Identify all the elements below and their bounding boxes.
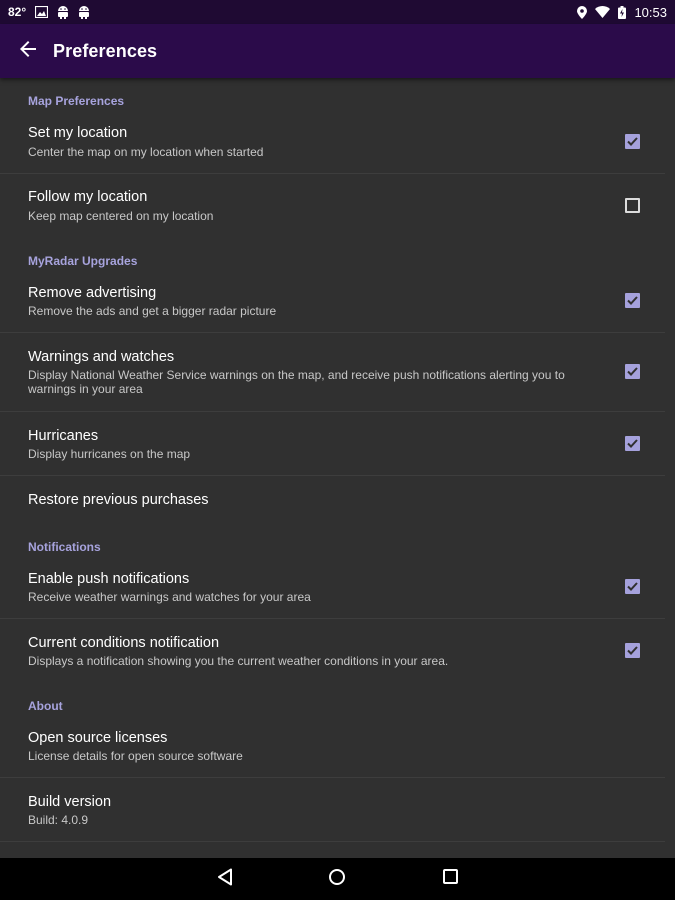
section-header-myradar-upgrades: MyRadar Upgrades xyxy=(28,254,138,268)
pref-summary: Display hurricanes on the map xyxy=(28,447,191,461)
temperature-indicator: 82° xyxy=(8,5,27,19)
section-header-notifications: Notifications xyxy=(28,540,101,554)
arrow-back-icon xyxy=(20,40,36,62)
pref-title: Hurricanes xyxy=(28,428,99,444)
divider xyxy=(0,841,665,842)
nav-home-icon xyxy=(328,868,346,891)
section-header-map-preferences: Map Preferences xyxy=(28,94,125,108)
preferences-list[interactable]: Map Preferences Set my location Center t… xyxy=(0,78,675,858)
nav-back-icon xyxy=(217,868,233,891)
wifi-icon xyxy=(595,6,611,18)
nav-home-button[interactable] xyxy=(317,858,357,900)
location-icon xyxy=(577,5,588,19)
nav-recents-button[interactable] xyxy=(430,858,470,900)
pref-enable-push-notifications[interactable]: Enable push notifications Receive weathe… xyxy=(0,555,665,619)
current-conditions-checkbox[interactable] xyxy=(625,643,640,658)
remove-advertising-checkbox[interactable] xyxy=(625,293,640,308)
status-right: 10:53 xyxy=(577,5,667,20)
hurricanes-checkbox[interactable] xyxy=(625,436,640,451)
pref-summary: Build: 4.0.9 xyxy=(28,813,89,827)
nav-recents-icon xyxy=(442,869,458,889)
pref-summary: Keep map centered on my location xyxy=(28,209,214,223)
pref-title: Follow my location xyxy=(28,189,148,205)
pref-hurricanes[interactable]: Hurricanes Display hurricanes on the map xyxy=(0,412,665,476)
pref-build-version[interactable]: Build version Build: 4.0.9 xyxy=(0,778,665,842)
pref-title: Enable push notifications xyxy=(28,571,190,587)
back-button[interactable] xyxy=(0,24,56,78)
pref-set-my-location[interactable]: Set my location Center the map on my loc… xyxy=(0,110,665,174)
navigation-bar xyxy=(0,858,675,900)
app-bar: Preferences xyxy=(0,24,675,78)
nav-back-button[interactable] xyxy=(205,858,245,900)
follow-my-location-checkbox[interactable] xyxy=(625,198,640,213)
pref-summary-line-2: warnings in your area xyxy=(28,382,143,396)
page-title: Preferences xyxy=(53,40,158,61)
pref-follow-my-location[interactable]: Follow my location Keep map centered on … xyxy=(0,174,665,238)
pref-remove-advertising[interactable]: Remove advertising Remove the ads and ge… xyxy=(0,269,665,333)
android-icon xyxy=(57,5,69,19)
pref-title: Build version xyxy=(28,794,112,810)
pref-restore-purchases[interactable]: Restore previous purchases xyxy=(0,476,665,524)
pref-warnings-and-watches[interactable]: Warnings and watches Display National We… xyxy=(0,333,665,411)
pref-title: Open source licenses xyxy=(28,730,168,746)
pref-title: Current conditions notification xyxy=(28,635,220,651)
status-left: 82° xyxy=(8,5,90,19)
pref-summary: Receive weather warnings and watches for… xyxy=(28,590,311,604)
status-bar: 82° 10:53 xyxy=(0,0,675,24)
push-notifications-checkbox[interactable] xyxy=(625,579,640,594)
clock: 10:53 xyxy=(634,4,667,20)
pref-current-conditions-notification[interactable]: Current conditions notification Displays… xyxy=(0,619,665,683)
pref-summary: Remove the ads and get a bigger radar pi… xyxy=(28,304,277,318)
android-icon xyxy=(78,5,90,19)
pref-title: Restore previous purchases xyxy=(28,492,209,508)
pref-title: Set my location xyxy=(28,125,128,141)
set-my-location-checkbox[interactable] xyxy=(625,134,640,149)
pref-title: Remove advertising xyxy=(28,285,157,301)
warnings-and-watches-checkbox[interactable] xyxy=(625,364,640,379)
pref-summary: Displays a notification showing you the … xyxy=(28,654,449,668)
pref-summary: License details for open source software xyxy=(28,749,243,763)
pref-open-source-licenses[interactable]: Open source licenses License details for… xyxy=(0,714,665,778)
image-icon xyxy=(35,6,49,18)
battery-icon xyxy=(618,5,627,19)
pref-summary: Center the map on my location when start… xyxy=(28,145,264,159)
section-header-about: About xyxy=(28,699,63,713)
pref-title: Warnings and watches xyxy=(28,349,175,365)
pref-summary-line-1: Display National Weather Service warning… xyxy=(28,368,565,382)
